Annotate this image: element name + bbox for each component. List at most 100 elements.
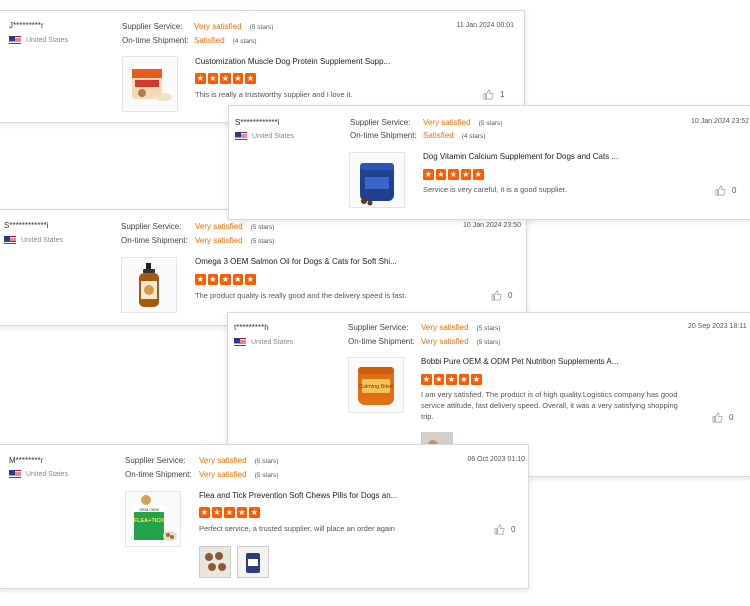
reviewer-name: J*********r (9, 21, 44, 30)
ontime-shipment-label: On-time Shipment: (348, 337, 415, 346)
us-flag-icon (9, 470, 21, 478)
star-icon: ★ (473, 169, 484, 180)
star-icon: ★ (232, 274, 243, 285)
svg-text:Calming Bites: Calming Bites (359, 384, 393, 390)
review-date: 10 Jan 2024 23:52 (691, 118, 749, 125)
star-icon: ★ (245, 274, 256, 285)
star-icon: ★ (460, 169, 471, 180)
supplier-service-label: Supplier Service: (125, 456, 186, 465)
us-flag-icon (234, 338, 246, 346)
svg-text:OEM ODM: OEM ODM (139, 507, 159, 512)
like-button[interactable]: 0 (491, 290, 512, 301)
review-photo[interactable] (199, 546, 231, 578)
star-icon: ★ (448, 169, 459, 180)
review-text: The product quality is really good and t… (195, 291, 407, 300)
supplier-service-value: Very satisfied (5 stars) (199, 456, 279, 465)
us-flag-icon (4, 236, 16, 244)
product-title-link[interactable]: Bobbi Pure OEM & ODM Pet Nutrition Suppl… (421, 357, 618, 366)
review-card: S************i United States Supplier Se… (0, 209, 527, 326)
review-date: 20 Sep 2023 18:11 (688, 323, 747, 330)
supplier-service-value: Very satisfied (5 stars) (195, 222, 275, 231)
star-icon: ★ (249, 507, 260, 518)
star-icon: ★ (471, 374, 482, 385)
reviewer-country: United States (234, 338, 293, 346)
reviewer-country: United States (9, 36, 68, 44)
review-text: I am very satisfied. The product is of h… (421, 390, 678, 421)
reviewer-name: S************i (235, 118, 280, 127)
thumbs-up-icon (491, 290, 502, 301)
product-thumbnail[interactable] (121, 257, 177, 313)
star-rating: ★ ★ ★ ★ ★ (195, 274, 256, 285)
like-button[interactable]: 0 (494, 524, 515, 535)
product-title-link[interactable]: Omega 3 OEM Salmon Oil for Dogs & Cats f… (195, 257, 397, 266)
ontime-shipment-label: On-time Shipment: (121, 236, 188, 245)
thumbs-up-icon (715, 185, 726, 196)
like-button[interactable]: 0 (715, 185, 736, 196)
review-date: 10 Jan 2024 23:50 (463, 222, 521, 229)
star-icon: ★ (458, 374, 469, 385)
product-title-link[interactable]: Customization Muscle Dog Protein Supplem… (195, 57, 390, 66)
us-flag-icon (235, 132, 247, 140)
review-date: 11 Jan 2024 00:01 (456, 22, 514, 29)
supplier-service-value: Very satisfied (5 stars) (194, 22, 274, 31)
product-title-link[interactable]: Flea and Tick Prevention Soft Chews Pill… (199, 491, 397, 500)
review-card: M********r United States Supplier Servic… (0, 444, 529, 589)
review-photo[interactable] (237, 546, 269, 578)
like-button[interactable]: 1 (483, 89, 504, 100)
thumbs-up-icon (712, 412, 723, 423)
star-icon: ★ (207, 73, 218, 84)
star-icon: ★ (423, 169, 434, 180)
star-icon: ★ (220, 274, 231, 285)
supplier-service-label: Supplier Service: (348, 323, 409, 332)
star-icon: ★ (224, 507, 235, 518)
star-icon: ★ (211, 507, 222, 518)
supplier-service-value: Very satisfied (5 stars) (421, 323, 501, 332)
star-icon: ★ (236, 507, 247, 518)
reviewer-name: S************i (4, 221, 49, 230)
review-card: S************i United States Supplier Se… (228, 105, 750, 220)
star-icon: ★ (245, 73, 256, 84)
reviewer-name: t*********h (234, 323, 269, 332)
review-text: Perfect service, a trusted supplier, wil… (199, 524, 395, 533)
ontime-shipment-value: Satisfied (4 stars) (423, 131, 486, 140)
like-button[interactable]: 0 (712, 412, 733, 423)
ontime-shipment-value: Satisfied (4 stars) (194, 36, 257, 45)
star-icon: ★ (232, 73, 243, 84)
star-icon: ★ (435, 169, 446, 180)
reviewer-country: United States (4, 236, 63, 244)
star-icon: ★ (195, 73, 206, 84)
thumbs-up-icon (494, 524, 505, 535)
supplier-service-label: Supplier Service: (350, 118, 411, 127)
svg-text:FLEA+TICK: FLEA+TICK (134, 518, 164, 524)
star-icon: ★ (433, 374, 444, 385)
supplier-service-value: Very satisfied (5 stars) (423, 118, 503, 127)
review-text: This is really a trustworthy supplier an… (195, 90, 353, 99)
ontime-shipment-label: On-time Shipment: (125, 470, 192, 479)
star-icon: ★ (199, 507, 210, 518)
reviewer-name: M********r (9, 456, 44, 465)
reviewer-country: United States (235, 132, 294, 140)
supplier-service-label: Supplier Service: (121, 222, 182, 231)
ontime-shipment-value: Very satisfied (5 stars) (199, 470, 279, 479)
star-icon: ★ (446, 374, 457, 385)
review-text: Service is very careful, it is a good su… (423, 185, 567, 194)
product-thumbnail[interactable] (349, 152, 405, 208)
star-rating: ★ ★ ★ ★ ★ (421, 374, 482, 385)
product-thumbnail[interactable]: OEM ODM FLEA+TICK (125, 491, 181, 547)
ontime-shipment-label: On-time Shipment: (350, 131, 417, 140)
product-thumbnail[interactable]: Calming Bites (348, 357, 404, 413)
ontime-shipment-label: On-time Shipment: (122, 36, 189, 45)
ontime-shipment-value: Very satisfied (5 stars) (421, 337, 501, 346)
us-flag-icon (9, 36, 21, 44)
star-icon: ★ (220, 73, 231, 84)
star-icon: ★ (421, 374, 432, 385)
supplier-service-label: Supplier Service: (122, 22, 183, 31)
star-rating: ★ ★ ★ ★ ★ (195, 73, 256, 84)
product-title-link[interactable]: Dog Vitamin Calcium Supplement for Dogs … (423, 152, 618, 161)
star-icon: ★ (195, 274, 206, 285)
review-date: 06 Oct 2023 01:10 (467, 456, 525, 463)
product-thumbnail[interactable] (122, 56, 178, 112)
ontime-shipment-value: Very satisfied (5 stars) (195, 236, 275, 245)
thumbs-up-icon (483, 89, 494, 100)
reviewer-country: United States (9, 470, 68, 478)
